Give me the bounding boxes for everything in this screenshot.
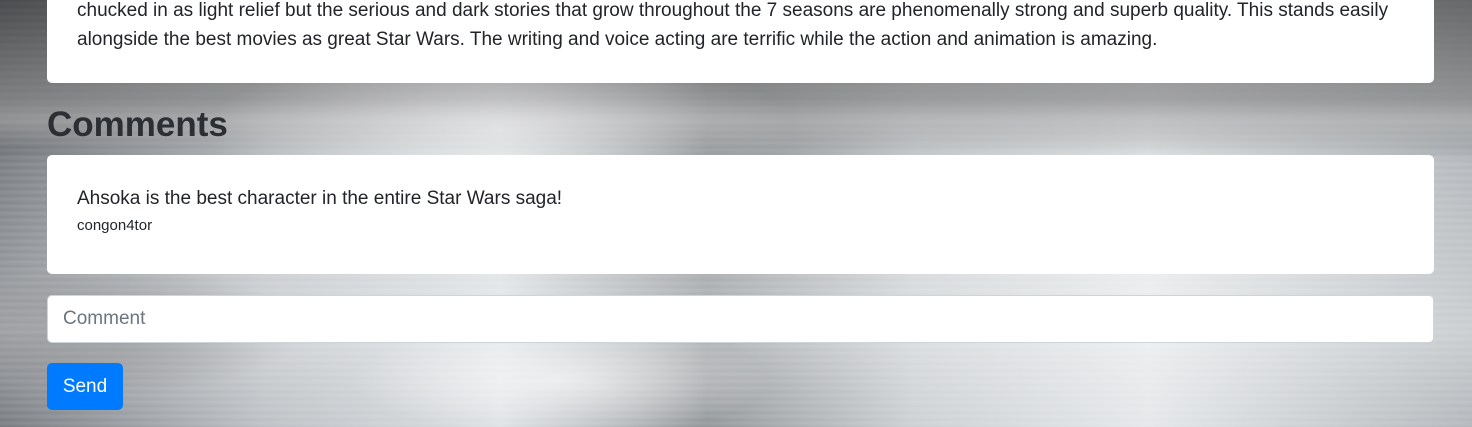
comment-card: Ahsoka is the best character in the enti… [47, 155, 1434, 274]
comments-heading: Comments [47, 105, 228, 144]
review-card: chucked in as light relief but the serio… [47, 0, 1434, 83]
send-button[interactable]: Send [47, 363, 123, 410]
comment-author: congon4tor [77, 217, 153, 234]
comment-body: Ahsoka is the best character in the enti… [77, 188, 563, 209]
comment-input[interactable] [47, 295, 1434, 343]
review-text: chucked in as light relief but the serio… [77, 0, 1389, 50]
